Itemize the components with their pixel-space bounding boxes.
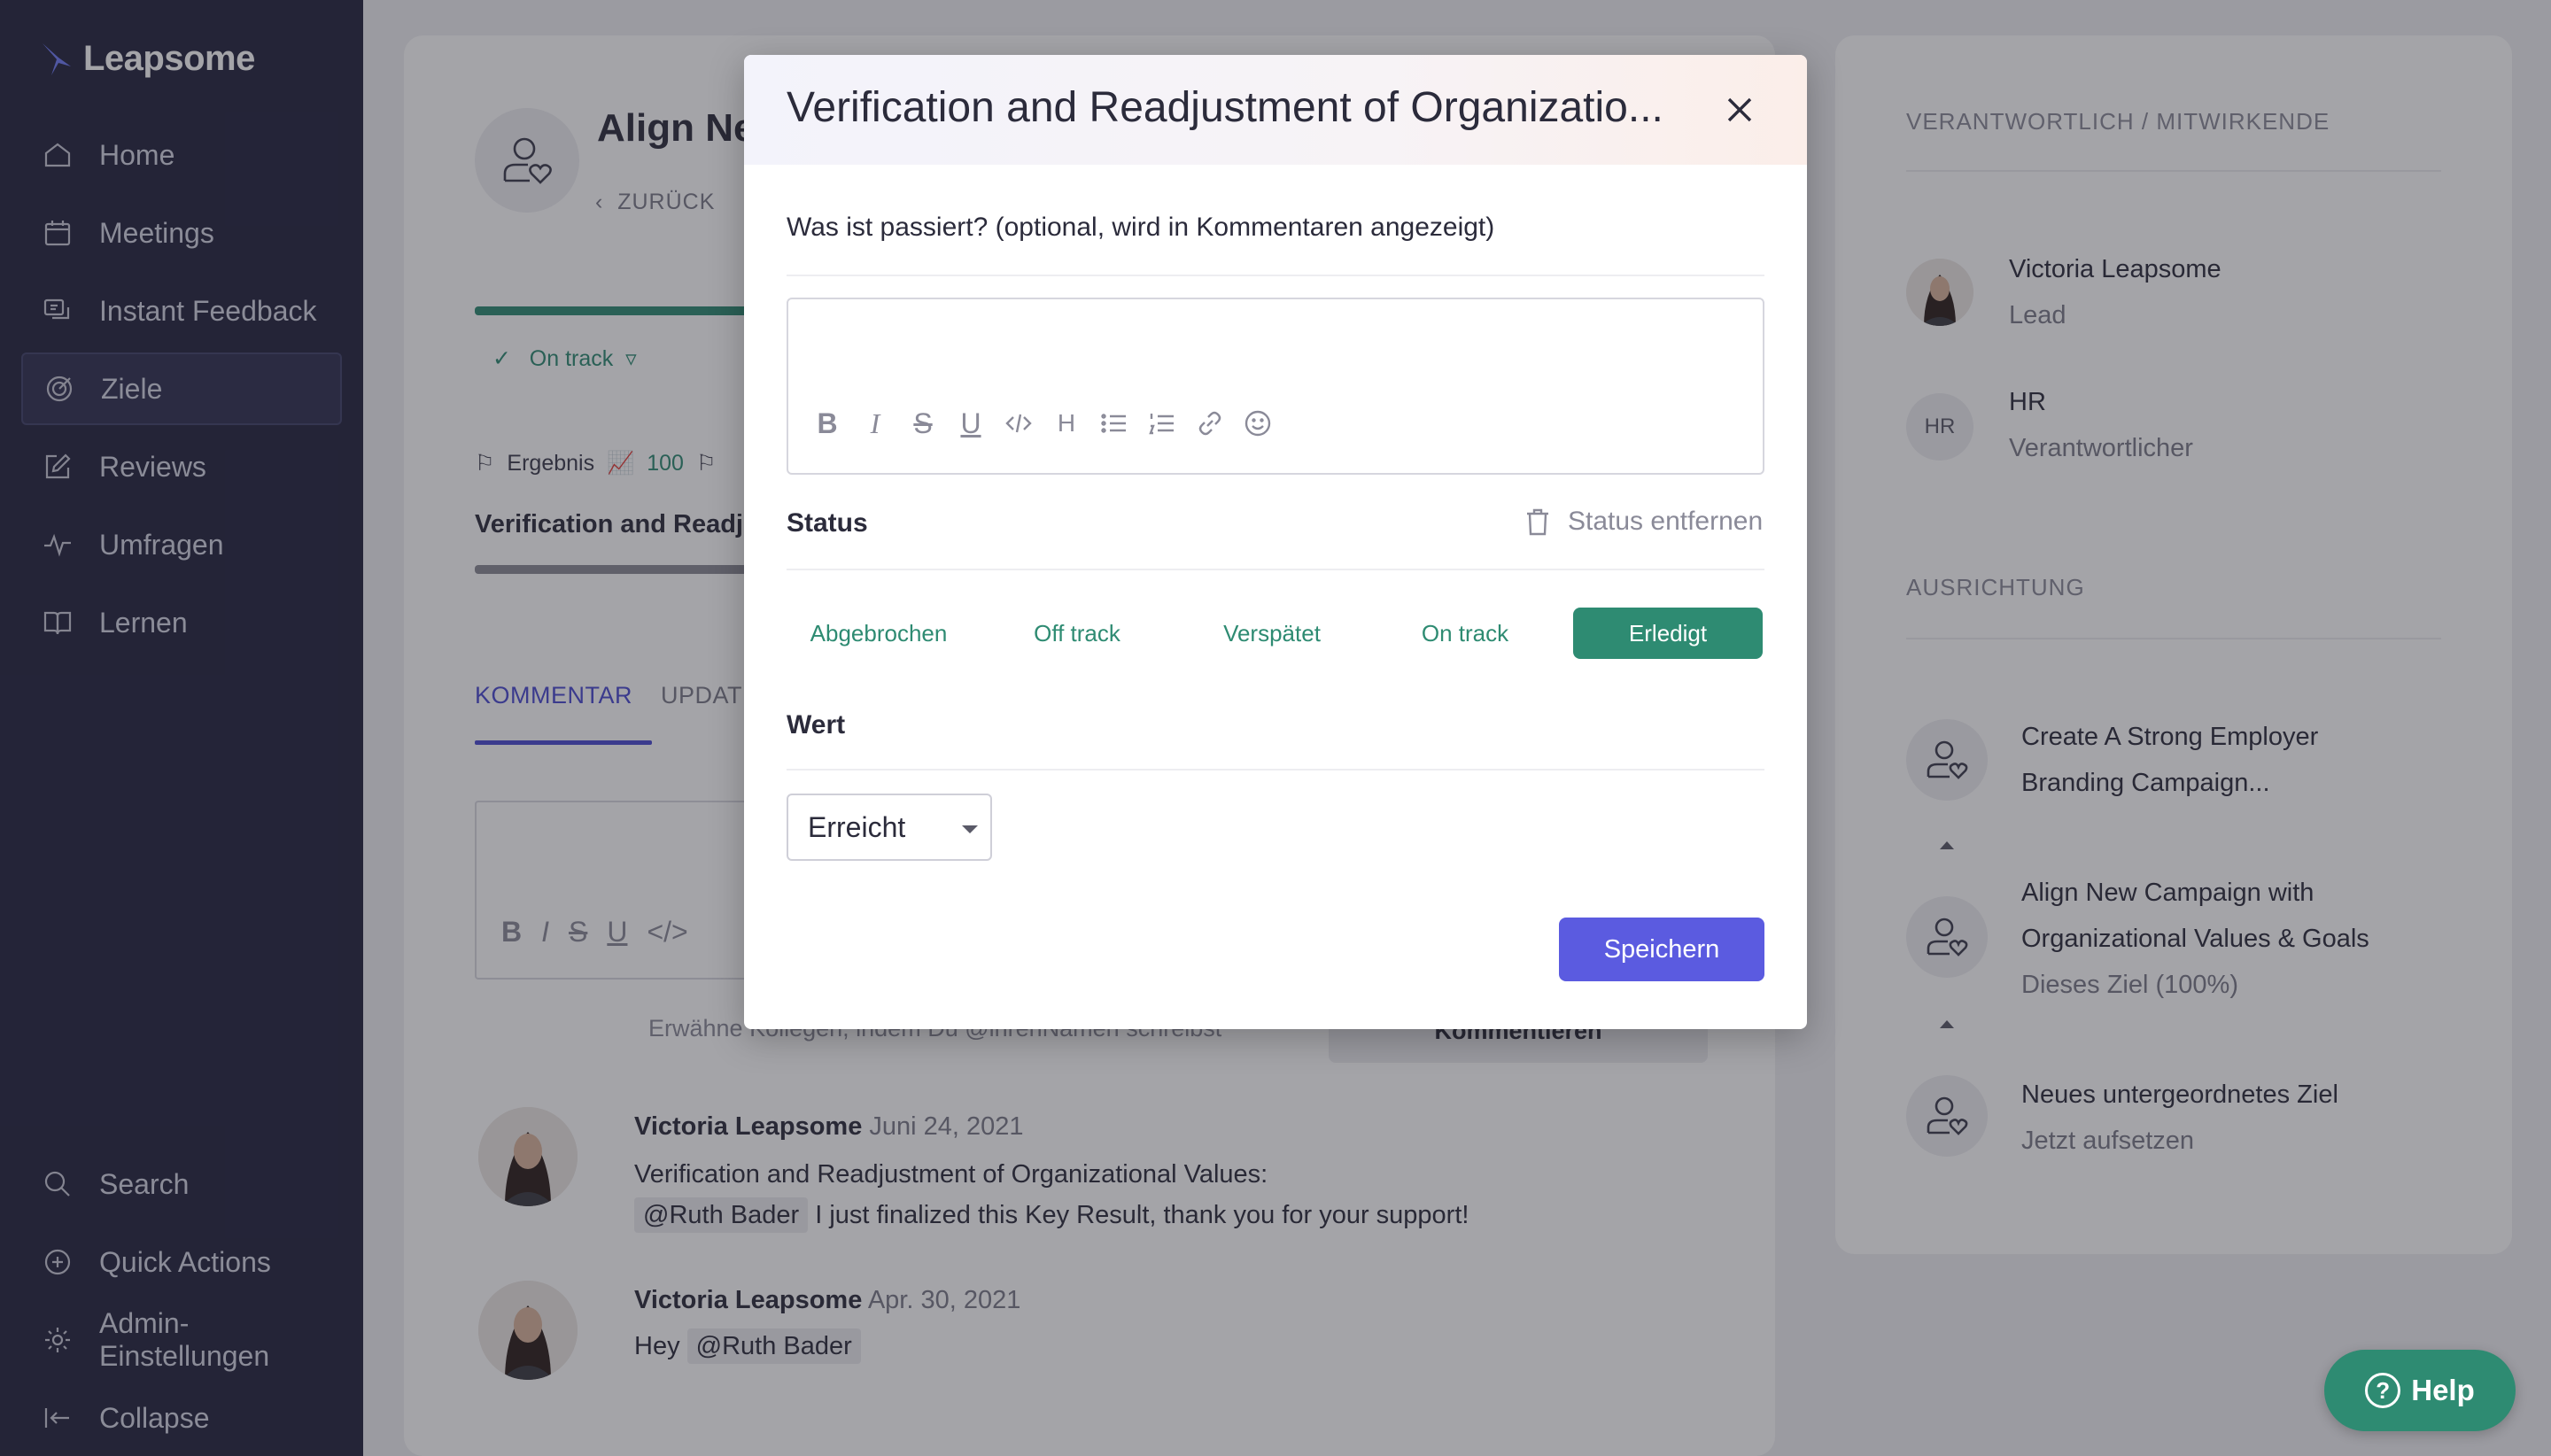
question-icon: ? bbox=[2365, 1373, 2401, 1408]
heading-icon[interactable]: H bbox=[1052, 407, 1081, 439]
emoji-icon[interactable] bbox=[1244, 407, 1272, 439]
link-icon[interactable] bbox=[1196, 407, 1224, 439]
divider bbox=[787, 769, 1764, 771]
chevron-down-icon bbox=[962, 825, 978, 833]
help-label: Help bbox=[2411, 1374, 2475, 1406]
save-button[interactable]: Speichern bbox=[1559, 918, 1764, 981]
trash-icon bbox=[1527, 508, 1548, 536]
code-icon[interactable] bbox=[1004, 407, 1033, 439]
editor-toolbar: B I S U H bbox=[813, 407, 1272, 439]
italic-icon[interactable]: I bbox=[861, 407, 889, 439]
divider bbox=[787, 569, 1764, 570]
numbered-list-icon[interactable] bbox=[1148, 407, 1176, 439]
remove-status-label: Status entfernen bbox=[1568, 507, 1764, 536]
close-icon bbox=[1727, 97, 1752, 122]
bullet-list-icon[interactable] bbox=[1100, 407, 1128, 439]
value-label: Wert bbox=[787, 710, 846, 740]
modal-title: Verification and Readjustment of Organiz… bbox=[787, 84, 1663, 131]
status-option-abgebrochen[interactable]: Abgebrochen bbox=[787, 608, 971, 659]
help-button[interactable]: ? Help bbox=[2324, 1350, 2516, 1431]
status-option-verspaetet[interactable]: Verspätet bbox=[1180, 608, 1364, 659]
question-label: Was ist passiert? (optional, wird in Kom… bbox=[787, 213, 1495, 242]
underline-icon[interactable]: U bbox=[957, 407, 985, 439]
remove-status-button[interactable]: Status entfernen bbox=[1524, 507, 1763, 537]
status-update-modal: Verification and Readjustment of Organiz… bbox=[744, 55, 1807, 1029]
bold-icon[interactable]: B bbox=[813, 407, 841, 439]
status-option-on-track[interactable]: On track bbox=[1373, 608, 1557, 659]
strikethrough-icon[interactable]: S bbox=[909, 407, 937, 439]
close-button[interactable] bbox=[1718, 89, 1761, 131]
status-label: Status bbox=[787, 508, 868, 538]
divider bbox=[787, 275, 1764, 276]
status-option-off-track[interactable]: Off track bbox=[985, 608, 1169, 659]
what-happened-editor[interactable] bbox=[787, 298, 1764, 475]
status-option-erledigt[interactable]: Erledigt bbox=[1573, 608, 1763, 659]
